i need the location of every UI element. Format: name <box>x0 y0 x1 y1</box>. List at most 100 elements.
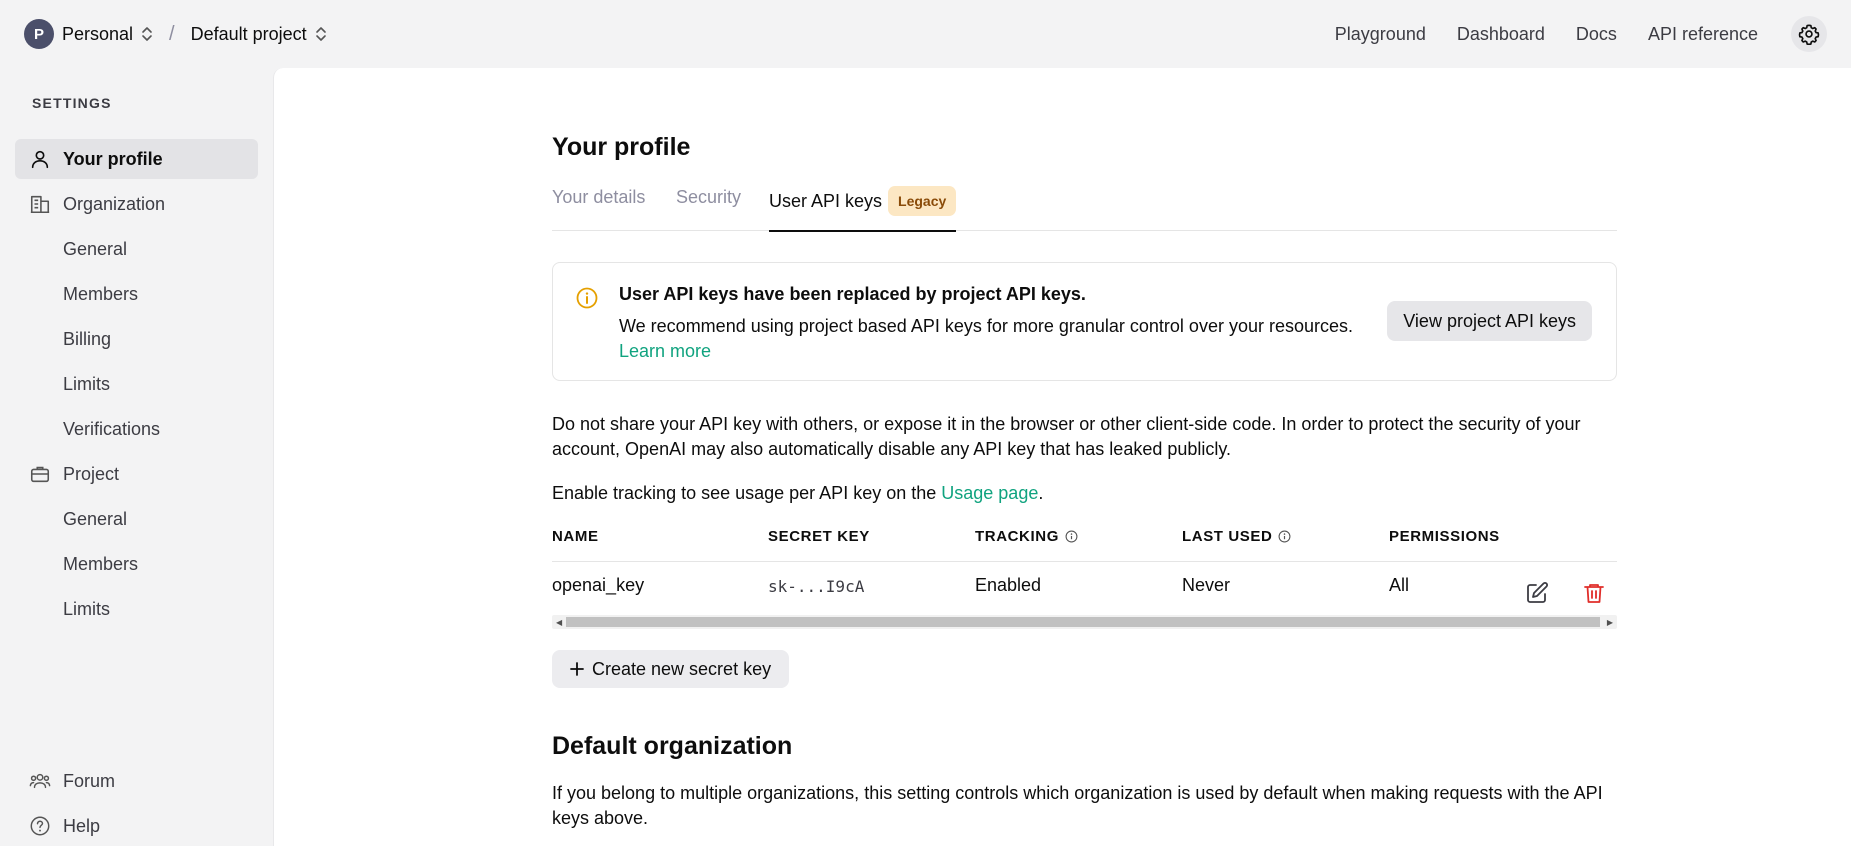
tracking-end: . <box>1038 483 1044 503</box>
scrollbar-thumb[interactable] <box>566 617 1600 627</box>
nav-dashboard[interactable]: Dashboard <box>1457 24 1545 45</box>
learn-more-link[interactable]: Learn more <box>619 341 711 361</box>
default-organization-text: If you belong to multiple organizations,… <box>552 783 1603 828</box>
people-icon <box>29 773 51 789</box>
nav-playground[interactable]: Playground <box>1335 24 1426 45</box>
sidebar-item-project-general[interactable]: General <box>15 499 258 539</box>
breadcrumb: P Personal / Default project <box>24 19 327 49</box>
tab-label: User API keys <box>769 191 883 211</box>
table-horizontal-scrollbar[interactable]: ◀ ▶ <box>552 615 1617 629</box>
sidebar-item-forum[interactable]: Forum <box>15 761 258 801</box>
top-bar: P Personal / Default project Playground … <box>0 0 1851 68</box>
key-name: openai_key <box>552 575 645 595</box>
default-organization-title: Default organization <box>552 732 793 760</box>
sidebar-item-your-profile[interactable]: Your profile <box>15 139 258 179</box>
column-last-used: LAST USED <box>1182 528 1291 545</box>
usage-page-link[interactable]: Usage page <box>941 483 1038 503</box>
key-permissions: All <box>1389 575 1410 595</box>
tab-user-api-keys[interactable]: User API keys Legacy <box>769 186 957 232</box>
nav-api-reference[interactable]: API reference <box>1648 24 1758 45</box>
sidebar-item-org-general[interactable]: General <box>15 229 258 269</box>
column-label: TRACKING <box>975 528 1059 545</box>
sidebar-item-label: Limits <box>63 598 111 619</box>
nav-docs[interactable]: Docs <box>1576 24 1617 45</box>
sidebar-item-label: Members <box>63 283 139 304</box>
notice-title: User API keys have been replaced by proj… <box>619 284 1086 304</box>
settings-button[interactable] <box>1791 16 1827 52</box>
trash-icon[interactable] <box>1582 581 1606 605</box>
top-nav: Playground Dashboard Docs API reference <box>1335 16 1827 52</box>
column-label: PERMISSIONS <box>1389 528 1500 545</box>
page-title: Your profile <box>552 133 691 161</box>
sidebar: SETTINGS Your profile Organization Gener… <box>0 68 272 846</box>
column-name: NAME <box>552 528 599 545</box>
view-project-api-keys-button[interactable]: View project API keys <box>1387 301 1592 341</box>
tracking-info: Enable tracking to see usage per API key… <box>552 481 1043 506</box>
workspace-name: Personal <box>62 23 134 44</box>
tab-security[interactable]: Security <box>676 186 741 231</box>
project-switcher[interactable]: Default project <box>191 24 327 45</box>
sidebar-item-billing[interactable]: Billing <box>15 319 258 359</box>
key-last-used: Never <box>1182 575 1231 595</box>
sidebar-item-project-limits[interactable]: Limits <box>15 589 258 629</box>
scroll-right-icon[interactable]: ▶ <box>1607 618 1613 627</box>
avatar: P <box>24 19 54 49</box>
sidebar-heading: SETTINGS <box>32 95 112 111</box>
info-icon <box>576 287 598 309</box>
chevron-up-down-icon <box>315 26 327 42</box>
sidebar-item-label: Members <box>63 553 139 574</box>
column-label: SECRET KEY <box>768 528 870 545</box>
sidebar-item-org-limits[interactable]: Limits <box>15 364 258 404</box>
sidebar-item-label: Limits <box>63 373 111 394</box>
sidebar-item-project-members[interactable]: Members <box>15 544 258 584</box>
workspace-switcher[interactable]: P Personal <box>24 19 153 49</box>
main-panel: Your profile Your details Security User … <box>273 68 1851 846</box>
sidebar-item-label: General <box>63 238 128 259</box>
sidebar-item-label: Help <box>63 815 101 836</box>
sidebar-item-label: Organization <box>63 193 166 214</box>
notice-text: We recommend using project based API key… <box>619 316 1354 336</box>
question-icon <box>30 816 50 836</box>
column-permissions: PERMISSIONS <box>1389 528 1500 545</box>
info-icon[interactable] <box>1278 530 1291 543</box>
tab-your-details[interactable]: Your details <box>552 186 645 231</box>
column-label: NAME <box>552 528 599 545</box>
building-icon <box>30 195 50 214</box>
breadcrumb-separator: / <box>169 22 175 45</box>
briefcase-icon <box>30 466 50 483</box>
sidebar-item-label: Verifications <box>63 418 161 439</box>
api-keys-table-header: NAME SECRET KEY TRACKING LAST USED PERMI… <box>552 528 1617 562</box>
table-row: openai_key sk-...I9cA Enabled Never All <box>552 563 1617 608</box>
key-tracking: Enabled <box>975 575 1042 595</box>
deprecation-notice: User API keys have been replaced by proj… <box>552 262 1617 381</box>
profile-tabs: Your details Security User API keys Legac… <box>552 186 1617 232</box>
sidebar-item-verifications[interactable]: Verifications <box>15 409 258 449</box>
sidebar-item-organization[interactable]: Organization <box>15 184 258 224</box>
sidebar-item-org-members[interactable]: Members <box>15 274 258 314</box>
info-icon[interactable] <box>1065 530 1078 543</box>
chevron-up-down-icon <box>141 26 153 42</box>
security-warning: Do not share your API key with others, o… <box>552 414 1581 459</box>
sidebar-item-label: Your profile <box>63 148 163 169</box>
sidebar-item-label: Billing <box>63 328 112 349</box>
sidebar-item-label: General <box>63 508 128 529</box>
edit-icon[interactable] <box>1525 581 1549 605</box>
create-secret-key-button[interactable]: Create new secret key <box>552 650 790 688</box>
sidebar-item-project[interactable]: Project <box>15 454 258 494</box>
gear-icon <box>1798 24 1820 45</box>
sidebar-item-help[interactable]: Help <box>15 806 258 846</box>
column-label: LAST USED <box>1182 528 1273 545</box>
person-icon <box>31 150 49 169</box>
scroll-left-icon[interactable]: ◀ <box>556 618 562 627</box>
legacy-badge: Legacy <box>888 186 957 216</box>
sidebar-item-label: Forum <box>63 770 116 791</box>
button-label: Create new secret key <box>592 658 772 679</box>
tracking-text: Enable tracking to see usage per API key… <box>552 483 937 503</box>
notice-body: We recommend using project based API key… <box>619 314 1379 364</box>
project-name: Default project <box>190 23 307 44</box>
column-secret-key: SECRET KEY <box>768 528 870 545</box>
column-tracking: TRACKING <box>975 528 1078 545</box>
plus-icon <box>570 662 584 676</box>
sidebar-item-label: Project <box>63 463 120 484</box>
key-secret: sk-...I9cA <box>768 577 865 596</box>
